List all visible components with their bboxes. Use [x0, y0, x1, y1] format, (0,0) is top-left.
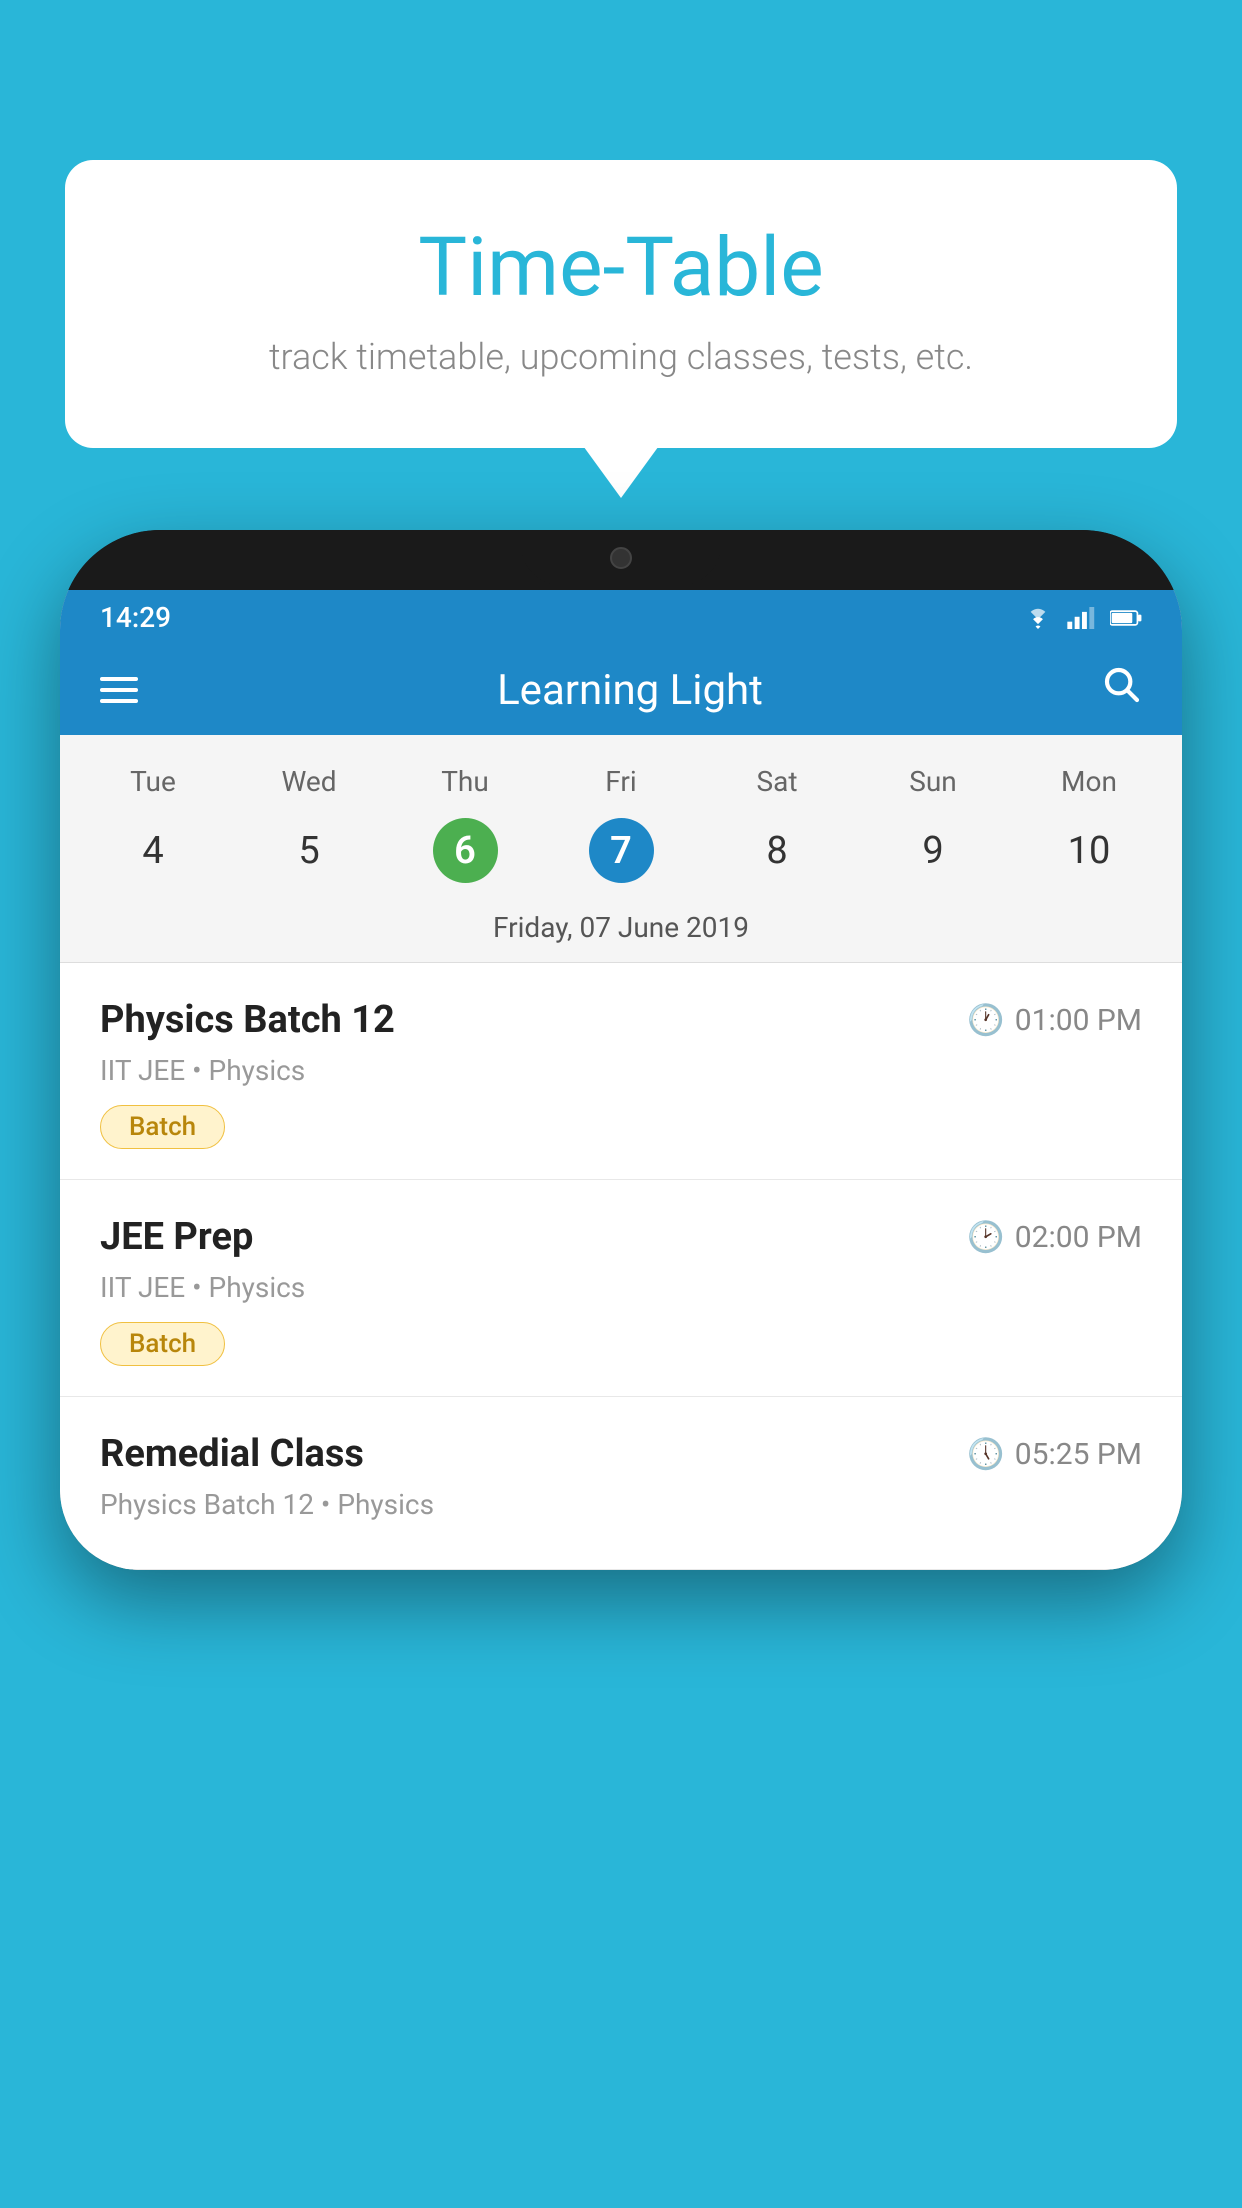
date-10[interactable]: 10	[1011, 813, 1167, 888]
date-7-selected[interactable]: 7	[543, 813, 699, 888]
notch	[521, 530, 721, 585]
camera	[610, 547, 632, 569]
day-fri: Fri	[543, 755, 699, 808]
item-header-3: Remedial Class 🕔 05:25 PM	[100, 1432, 1142, 1476]
screen-content: 14:29	[60, 590, 1182, 1570]
time-value-2: 02:00 PM	[1015, 1220, 1142, 1255]
info-bubble: Time-Table track timetable, upcoming cla…	[65, 160, 1177, 448]
item-header-2: JEE Prep 🕑 02:00 PM	[100, 1215, 1142, 1259]
bubble-title: Time-Table	[115, 220, 1127, 316]
day-mon: Mon	[1011, 755, 1167, 808]
bubble-subtitle: track timetable, upcoming classes, tests…	[115, 336, 1127, 378]
item-time-1: 🕐 01:00 PM	[967, 1003, 1142, 1038]
day-wed: Wed	[231, 755, 387, 808]
wifi-icon	[1022, 607, 1054, 629]
dates-row: 4 5 6 7 8 9	[60, 808, 1182, 903]
item-time-3: 🕔 05:25 PM	[967, 1437, 1142, 1472]
item-header-1: Physics Batch 12 🕐 01:00 PM	[100, 998, 1142, 1042]
status-time: 14:29	[100, 601, 171, 634]
day-tue: Tue	[75, 755, 231, 808]
clock-icon-3: 🕔	[967, 1437, 1004, 1472]
item-title-2: JEE Prep	[100, 1215, 253, 1259]
day-sun: Sun	[855, 755, 1011, 808]
batch-tag-2: Batch	[100, 1322, 225, 1366]
date-6-today[interactable]: 6	[387, 813, 543, 888]
schedule-item-1[interactable]: Physics Batch 12 🕐 01:00 PM IIT JEE • Ph…	[60, 963, 1182, 1180]
search-button[interactable]	[1102, 665, 1142, 715]
date-8[interactable]: 8	[699, 813, 855, 888]
item-time-2: 🕑 02:00 PM	[967, 1220, 1142, 1255]
clock-icon-1: 🕐	[967, 1003, 1004, 1038]
date-5[interactable]: 5	[231, 813, 387, 888]
phone-frame: 14:29	[60, 530, 1182, 1570]
app-title: Learning Light	[188, 666, 1072, 715]
item-subtitle-1: IIT JEE • Physics	[100, 1054, 1142, 1087]
phone-mockup: 14:29	[60, 530, 1182, 2208]
schedule-item-3[interactable]: Remedial Class 🕔 05:25 PM Physics Batch …	[60, 1397, 1182, 1570]
schedule-list: Physics Batch 12 🕐 01:00 PM IIT JEE • Ph…	[60, 963, 1182, 1570]
item-subtitle-2: IIT JEE • Physics	[100, 1271, 1142, 1304]
item-title-3: Remedial Class	[100, 1432, 364, 1476]
time-value-3: 05:25 PM	[1015, 1437, 1142, 1472]
signal-icon	[1066, 607, 1098, 629]
days-header: Tue Wed Thu Fri Sat Sun Mon	[60, 755, 1182, 808]
day-sat: Sat	[699, 755, 855, 808]
day-thu: Thu	[387, 755, 543, 808]
item-subtitle-3: Physics Batch 12 • Physics	[100, 1488, 1142, 1521]
menu-button[interactable]	[100, 677, 138, 703]
app-header: Learning Light	[60, 645, 1182, 735]
status-icons	[1022, 607, 1142, 629]
battery-icon	[1110, 607, 1142, 629]
time-value-1: 01:00 PM	[1015, 1003, 1142, 1038]
clock-icon-2: 🕑	[967, 1220, 1004, 1255]
item-title-1: Physics Batch 12	[100, 998, 395, 1042]
phone-top-bar	[60, 530, 1182, 590]
calendar-strip: Tue Wed Thu Fri Sat Sun Mon 4 5	[60, 735, 1182, 963]
batch-tag-1: Batch	[100, 1105, 225, 1149]
date-4[interactable]: 4	[75, 813, 231, 888]
date-9[interactable]: 9	[855, 813, 1011, 888]
status-bar: 14:29	[60, 590, 1182, 645]
selected-date-label: Friday, 07 June 2019	[60, 903, 1182, 963]
schedule-item-2[interactable]: JEE Prep 🕑 02:00 PM IIT JEE • Physics Ba…	[60, 1180, 1182, 1397]
